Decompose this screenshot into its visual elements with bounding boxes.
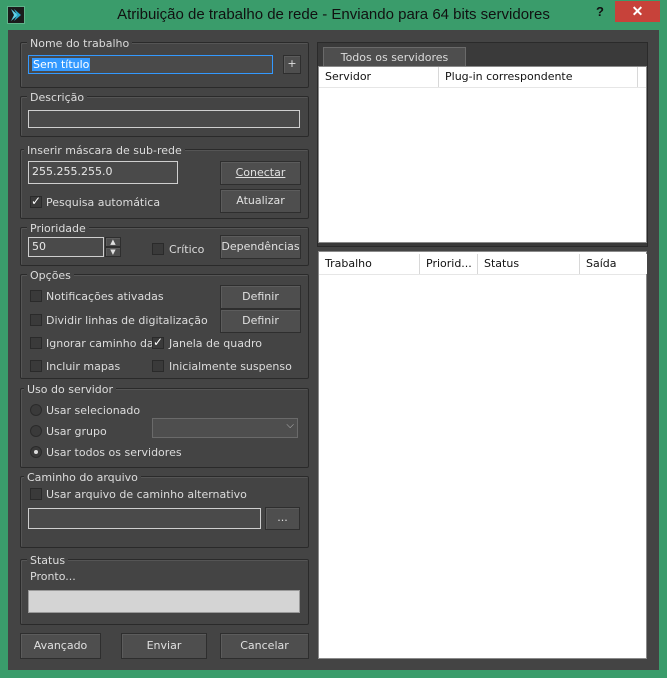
servers-list[interactable]: Servidor Plug-in correspondente — [318, 66, 647, 243]
description-input[interactable] — [28, 110, 300, 128]
initially-suspended-label: Inicialmente suspenso — [169, 360, 292, 373]
column-header-server[interactable]: Servidor — [319, 67, 439, 87]
options-label: Opções — [27, 269, 74, 282]
group-select[interactable]: ⌵ — [152, 418, 298, 438]
frame-window-checkbox[interactable] — [152, 335, 164, 349]
status-text: Pronto... — [30, 570, 76, 583]
arrow-up-icon: ▲ — [110, 238, 116, 246]
auto-search-label: Pesquisa automática — [46, 196, 161, 209]
initially-suspended-checkbox[interactable] — [152, 360, 164, 372]
define-scanlines-button[interactable]: Definir — [220, 309, 301, 333]
jobs-list-header: Trabalho Priorid... Status Saída — [319, 254, 647, 275]
priority-up-button[interactable]: ▲ — [105, 237, 121, 247]
column-header-output[interactable]: Saída — [580, 254, 647, 274]
server-usage-label: Uso do servidor — [24, 383, 117, 396]
split-scanlines-label: Dividir linhas de digitalização — [46, 314, 208, 327]
use-selected-radio[interactable] — [30, 404, 42, 416]
connect-button[interactable]: Conectar — [220, 161, 301, 185]
subnet-mask-input[interactable]: 255.255.255.0 — [28, 161, 178, 184]
critical-checkbox[interactable] — [152, 243, 164, 255]
frame-window-label: Janela de quadro — [169, 337, 262, 350]
add-job-name-button[interactable]: + — [283, 55, 301, 74]
jobs-list[interactable]: Trabalho Priorid... Status Saída — [318, 251, 647, 659]
advanced-button[interactable]: Avançado — [20, 633, 101, 659]
tab-all-servers[interactable]: Todos os servidores — [323, 47, 466, 67]
job-name-value: Sem título — [32, 58, 91, 71]
dependencies-button[interactable]: Dependências — [220, 235, 301, 259]
priority-input[interactable]: 50 — [28, 237, 104, 257]
servers-list-header: Servidor Plug-in correspondente — [319, 67, 646, 88]
browse-button[interactable]: ... — [265, 507, 300, 530]
priority-label: Prioridade — [27, 222, 89, 235]
priority-down-button[interactable]: ▼ — [105, 247, 121, 257]
critical-label: Crítico — [169, 243, 205, 256]
use-all-servers-label: Usar todos os servidores — [46, 446, 182, 459]
column-header-priority[interactable]: Priorid... — [420, 254, 478, 274]
ignore-path-label: Ignorar caminho da — [46, 337, 154, 350]
submit-button[interactable]: Enviar — [121, 633, 207, 659]
chevron-down-icon: ⌵ — [286, 420, 294, 431]
include-maps-label: Incluir mapas — [46, 360, 121, 373]
use-group-label: Usar grupo — [46, 425, 107, 438]
column-header-plugin[interactable]: Plug-in correspondente — [439, 67, 638, 87]
include-maps-checkbox[interactable] — [30, 360, 42, 372]
auto-search-checkbox[interactable] — [30, 194, 42, 208]
progress-bar — [28, 590, 300, 613]
notifications-checkbox[interactable] — [30, 290, 42, 302]
define-notifications-button[interactable]: Definir — [220, 285, 301, 309]
cancel-button[interactable]: Cancelar — [220, 633, 309, 659]
use-selected-label: Usar selecionado — [46, 404, 141, 417]
file-path-input[interactable] — [28, 508, 261, 529]
use-all-servers-radio[interactable] — [30, 446, 42, 458]
description-label: Descrição — [27, 91, 88, 104]
subnet-label: Inserir máscara de sub-rede — [24, 144, 185, 157]
split-scanlines-checkbox[interactable] — [30, 314, 42, 326]
close-button[interactable]: ✕ — [615, 1, 660, 22]
job-name-input[interactable]: Sem título — [28, 55, 273, 74]
ignore-path-checkbox[interactable] — [30, 337, 42, 349]
file-path-label: Caminho do arquivo — [24, 471, 141, 484]
notifications-label: Notificações ativadas — [46, 290, 164, 303]
alt-path-checkbox[interactable] — [30, 488, 42, 500]
alt-path-label: Usar arquivo de caminho alternativo — [46, 488, 247, 501]
column-header-status[interactable]: Status — [478, 254, 580, 274]
update-button[interactable]: Atualizar — [220, 189, 301, 213]
job-name-label: Nome do trabalho — [27, 37, 133, 50]
status-label: Status — [27, 554, 69, 567]
use-group-radio[interactable] — [30, 425, 42, 437]
column-header-job[interactable]: Trabalho — [319, 254, 420, 274]
help-button[interactable]: ? — [586, 2, 614, 22]
arrow-down-icon: ▼ — [110, 248, 116, 256]
window-title: Atribuição de trabalho de rede - Enviand… — [117, 6, 550, 23]
